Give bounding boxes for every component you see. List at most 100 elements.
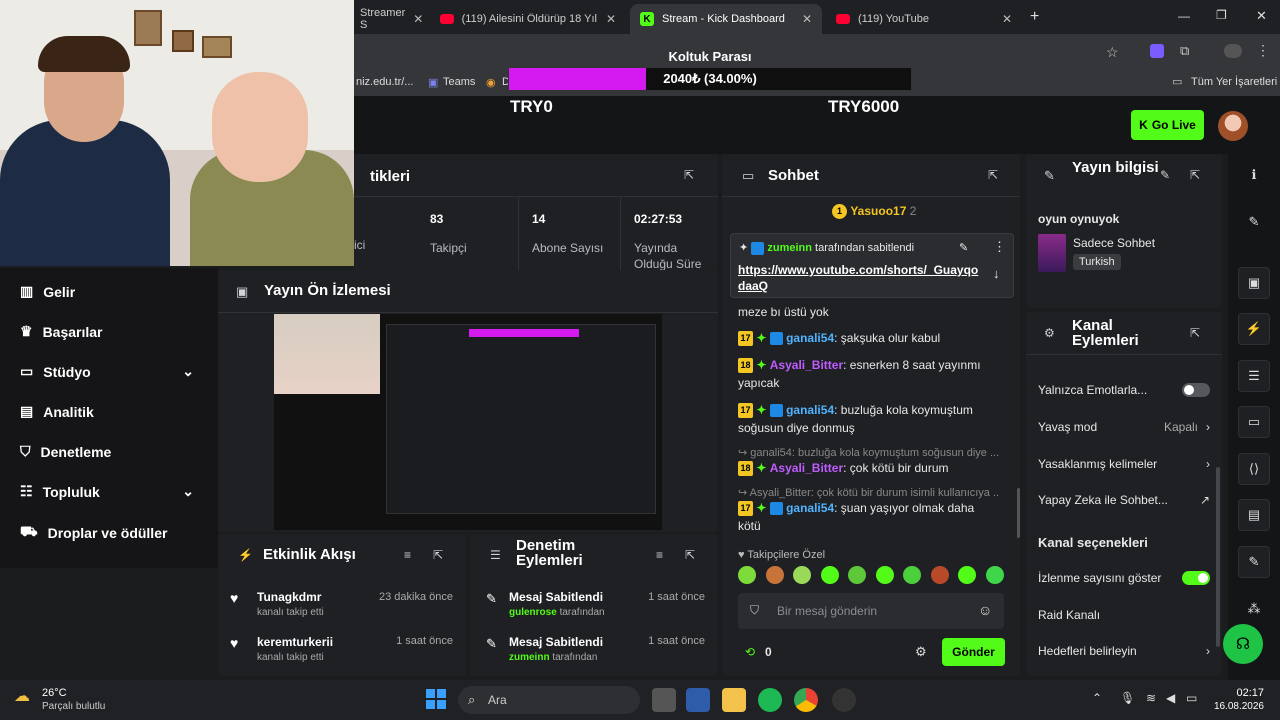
nav-item-analitik[interactable]: ▤ Analitik [20,403,94,420]
pinned-user[interactable]: zumeinn [767,242,812,254]
gear-icon[interactable]: ⚙ [915,644,927,660]
popout-icon[interactable]: ⇱ [684,168,694,182]
category-name[interactable]: Sadece Sohbet [1073,236,1155,250]
emote-icon[interactable] [875,566,894,584]
show-viewers-toggle[interactable] [1182,571,1210,585]
unpin-icon[interactable]: ✎ [959,241,968,254]
emote-icon[interactable] [903,566,922,584]
taskview-icon[interactable] [652,688,676,712]
windows-start-icon[interactable] [426,689,446,709]
window-close-button[interactable]: ✕ [1256,8,1267,24]
wrench-icon[interactable]: ✎ [1238,546,1270,578]
clock-date[interactable]: 16.08.2026 [1200,701,1264,712]
emote-icon[interactable] [738,566,756,584]
tab-kick-dashboard[interactable]: K Stream - Kick Dashboard ✕ [630,4,822,34]
taskbar-search[interactable]: ⌕ Ara [458,686,640,714]
tab-youtube-video[interactable]: (119) Ailesini Öldürüp 18 Yıl Or ✕ [430,4,626,34]
volume-icon[interactable]: ◀ [1166,691,1175,705]
tab-streamer[interactable]: Streamer S ✕ [350,4,428,34]
new-tab-button[interactable]: + [1030,8,1039,26]
emote-icon[interactable] [765,566,784,584]
extensions-icon[interactable]: ⧉ [1180,43,1189,59]
bookmark-edu[interactable]: niz.edu.tr/... [356,76,413,88]
popout-icon[interactable]: ⇱ [988,168,998,182]
preview-video[interactable] [274,314,662,530]
profile-icon[interactable] [1224,44,1242,58]
lightning-icon[interactable]: ⚡ [1238,313,1270,345]
chat-scrollbar[interactable] [1017,488,1020,538]
nav-item-denetleme[interactable]: ⛉ Denetleme [20,443,111,460]
list-icon[interactable]: ☰ [1238,360,1270,392]
top-user[interactable]: Yasuoo17 [850,204,906,218]
dashboard-icon[interactable]: ▤ [1238,499,1270,531]
nav-item-droplar[interactable]: ⛟ Droplar ve ödüller [20,523,167,542]
popout-icon[interactable]: ⇱ [1190,326,1200,340]
emoji-icon[interactable]: ☺ [978,602,992,618]
clock-time[interactable]: 02:17 [1212,687,1264,699]
filter-icon[interactable]: ≡ [656,548,663,562]
close-icon[interactable]: ✕ [1002,12,1012,26]
chevron-up-icon[interactable]: ⌃ [1092,691,1102,705]
go-live-button[interactable]: K Go Live [1131,110,1204,140]
points-icon[interactable]: ⟲ [745,645,755,659]
more-icon[interactable]: ⋮ [993,239,1006,255]
emote-icon[interactable] [958,566,977,584]
edit-icon[interactable]: ✎ [1160,168,1170,182]
banned-words-row[interactable]: Yasaklanmış kelimeler › [1038,457,1210,471]
ai-chat-row[interactable]: Yapay Zeka ile Sohbet... ↗ [1038,493,1210,507]
activity-user[interactable]: keremturkerii [257,635,333,649]
bookmark-all[interactable]: Tüm Yer İşaretleri [1191,76,1277,88]
emote-icon[interactable] [930,566,949,584]
share-icon[interactable]: ⁂ [1238,593,1270,625]
show-viewers-toggle-row[interactable]: İzlenme sayısını göster [1038,571,1210,585]
layout-icon[interactable]: ▣ [1238,267,1270,299]
wifi-icon[interactable]: ≋ [1146,691,1156,705]
message-user[interactable]: ganali54 [786,501,834,515]
popout-icon[interactable]: ⇱ [1190,168,1200,182]
weather-temp[interactable]: 26°C [42,687,67,699]
support-button[interactable]: ☊ [1223,624,1263,664]
close-icon[interactable]: ✕ [413,12,423,26]
microphone-icon[interactable]: 🎙 [1120,691,1135,705]
spotify-icon[interactable] [758,688,782,712]
message-user[interactable]: ganali54 [786,403,834,417]
twitch-extension-icon[interactable] [1150,44,1164,58]
menu-icon[interactable]: ⋮ [1256,42,1270,59]
star-icon[interactable]: ☆ [1106,44,1119,61]
tab-youtube[interactable]: (119) YouTube ✕ [826,4,1022,34]
nav-item-gelir[interactable]: ▥ Gelir [20,283,75,300]
battery-icon[interactable]: ▭ [1186,691,1197,705]
emote-icon[interactable] [793,566,812,584]
emotes-only-toggle[interactable] [1182,383,1210,397]
folder-icon[interactable] [722,688,746,712]
info-icon[interactable]: ℹ [1238,159,1270,191]
edit-icon[interactable]: ✎ [1238,206,1270,238]
popout-icon[interactable]: ⇱ [685,548,695,562]
popout-icon[interactable]: ⇱ [433,548,443,562]
mod-user[interactable]: gulenrose [509,607,557,618]
nav-item-basarilar[interactable]: ♛ Başarılar [20,323,103,340]
emote-icon[interactable] [820,566,839,584]
chat-input[interactable]: ⛉ Bir mesaj gönderin ☺ [738,593,1004,629]
message-user[interactable]: Asyali_Bitter [770,461,843,475]
mod-user[interactable]: zumeinn [509,652,550,663]
slow-mode-row[interactable]: Yavaş mod Kapalı › [1038,420,1210,434]
chrome-icon[interactable] [794,688,818,712]
avatar[interactable] [1218,111,1248,141]
app-icon[interactable] [832,688,856,712]
emote-icon[interactable] [848,566,867,584]
chat-icon[interactable]: ▭ [1238,406,1270,438]
close-icon[interactable]: ✕ [606,12,616,26]
emotes-only-toggle-row[interactable]: Yalnızca Emotlarla... [1038,383,1210,397]
actions-scrollbar[interactable] [1216,467,1220,647]
minimize-button[interactable]: — [1178,9,1190,23]
pinned-link[interactable]: https://www.youtube.com/shorts/_Guayqo d… [738,262,986,294]
message-user[interactable]: ganali54 [786,331,834,345]
nav-item-topluluk[interactable]: ☷ Topluluk ⌄ [20,483,194,500]
nav-item-studyo[interactable]: ▭ Stüdyo ⌄ [20,363,194,380]
send-button[interactable]: Gönder [942,638,1005,666]
arrow-down-icon[interactable]: ↓ [993,266,1000,281]
raid-row[interactable]: Raid Kanalı [1038,608,1210,622]
maximize-button[interactable]: ❐ [1216,8,1227,22]
bookmark-teams[interactable]: Teams [443,76,475,88]
